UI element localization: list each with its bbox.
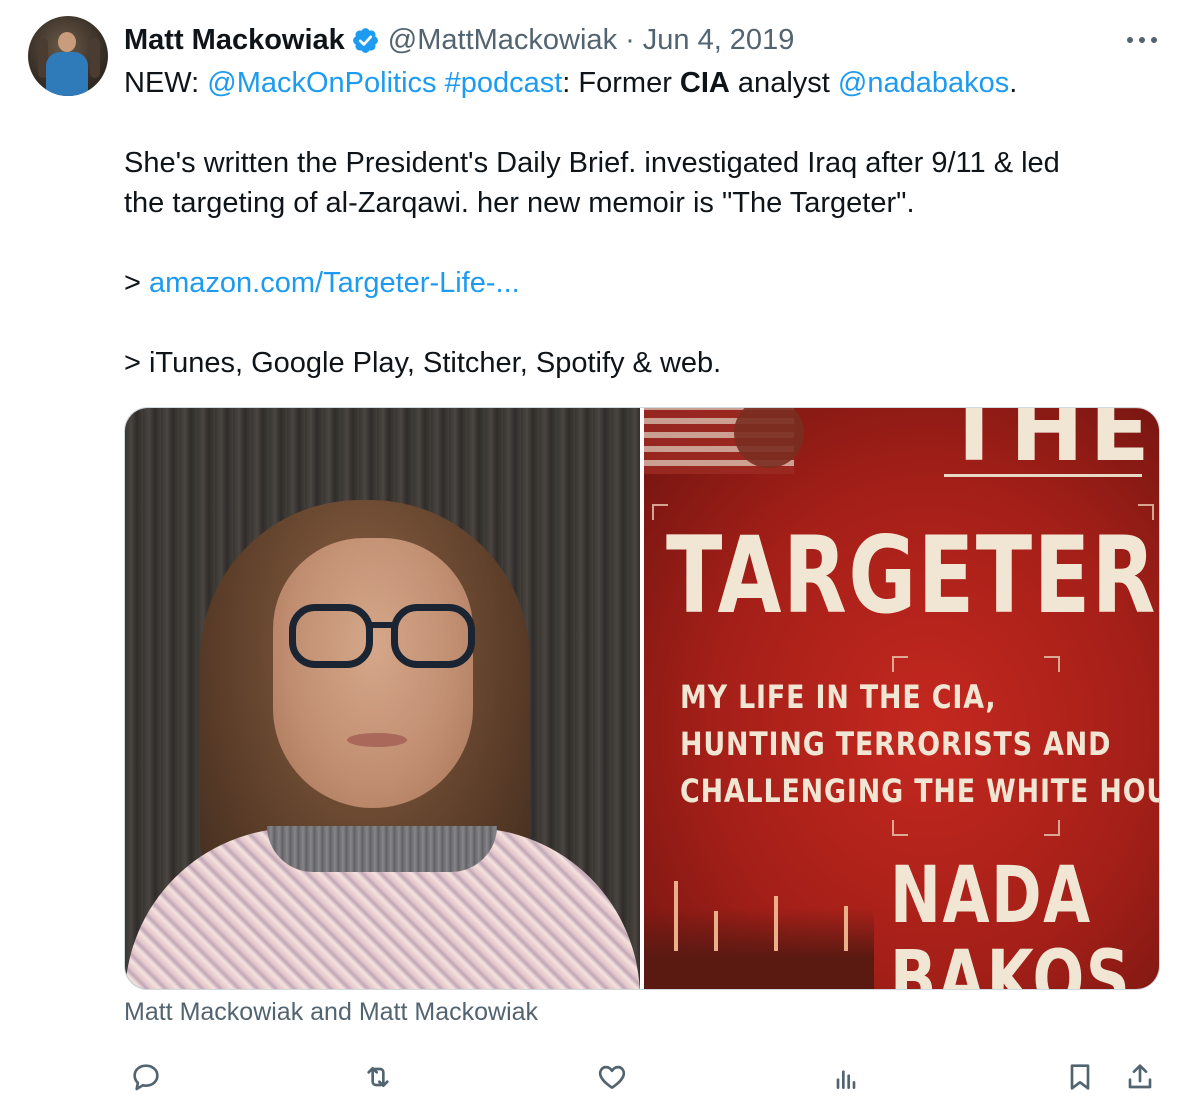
photo-glasses-bridge bbox=[368, 622, 396, 628]
avatar-person-head bbox=[58, 32, 76, 52]
reply-button[interactable] bbox=[124, 1055, 168, 1099]
like-icon bbox=[598, 1065, 626, 1089]
tweet-text-line-4: > amazon.com/Targeter-Life-... bbox=[124, 263, 1134, 303]
mention-link[interactable]: @MackOnPolitics bbox=[207, 67, 436, 99]
text-segment bbox=[437, 67, 445, 99]
mention-link[interactable]: @nadabakos bbox=[838, 67, 1009, 99]
text-segment: . bbox=[1009, 67, 1018, 99]
author-handle[interactable]: @MattMackowiak bbox=[388, 24, 617, 57]
action-bar bbox=[124, 1055, 1164, 1099]
tweet-text: NEW: @MackOnPolitics #podcast: Former CI… bbox=[124, 63, 1134, 383]
cover-author-line: NADA bbox=[890, 851, 1092, 941]
views-button[interactable] bbox=[824, 1055, 868, 1099]
photo-collar bbox=[267, 826, 497, 872]
portrait-photo[interactable] bbox=[125, 408, 640, 989]
cover-author-line: BAKOS bbox=[890, 935, 1132, 990]
text-segment: > bbox=[124, 267, 149, 299]
cover-author-area: NADA BAKOS bbox=[644, 408, 1159, 990]
tweet-text-line-5: > iTunes, Google Play, Stitcher, Spotify… bbox=[124, 347, 722, 379]
media-grid: THE TARGETER MY LIFE IN THE CIA, HUNTING… bbox=[124, 407, 1160, 990]
avatar-person-body bbox=[46, 52, 88, 96]
bold-text: CIA bbox=[679, 67, 730, 99]
photo-glasses-lens bbox=[391, 604, 475, 668]
share-button[interactable] bbox=[1118, 1055, 1162, 1099]
author-name[interactable]: Matt Mackowiak bbox=[124, 24, 345, 57]
tweet-header: Matt Mackowiak @MattMackowiak · Jun 4, 2… bbox=[124, 20, 794, 60]
verified-badge-icon[interactable] bbox=[351, 26, 380, 55]
photo-face bbox=[273, 538, 473, 808]
tweet-text-line-2: She's written the President's Daily Brie… bbox=[124, 147, 1060, 179]
retweet-button[interactable] bbox=[356, 1055, 400, 1099]
like-button[interactable] bbox=[590, 1055, 634, 1099]
tweet-date[interactable]: Jun 4, 2019 bbox=[643, 24, 795, 57]
bookmark-button[interactable] bbox=[1058, 1055, 1102, 1099]
header-separator: · bbox=[625, 23, 635, 56]
more-options-icon[interactable] bbox=[1122, 28, 1162, 52]
views-icon bbox=[836, 1070, 856, 1089]
tweet-text-line-3: the targeting of al-Zarqawi. her new mem… bbox=[124, 187, 915, 219]
bookmark-icon bbox=[1070, 1064, 1090, 1090]
book-cover-image[interactable]: THE TARGETER MY LIFE IN THE CIA, HUNTING… bbox=[644, 408, 1159, 990]
amazon-link[interactable]: amazon.com/Targeter-Life-... bbox=[149, 267, 520, 299]
text-segment: NEW: bbox=[124, 67, 208, 99]
avatar-background-figure bbox=[90, 38, 100, 78]
share-icon bbox=[1128, 1064, 1152, 1089]
photo-glasses-lens bbox=[289, 604, 373, 668]
cover-author: NADA BAKOS bbox=[890, 851, 1132, 990]
text-segment: : Former bbox=[562, 67, 680, 99]
hashtag-link[interactable]: #podcast bbox=[445, 67, 563, 99]
tweet-text-line-1: NEW: @MackOnPolitics #podcast: Former CI… bbox=[124, 63, 1134, 103]
retweet-icon bbox=[367, 1067, 389, 1087]
reply-icon bbox=[133, 1064, 159, 1091]
avatar[interactable] bbox=[28, 16, 108, 96]
media-caption[interactable]: Matt Mackowiak and Matt Mackowiak bbox=[124, 998, 538, 1027]
text-segment: analyst bbox=[729, 67, 838, 99]
photo-lips bbox=[347, 733, 407, 747]
